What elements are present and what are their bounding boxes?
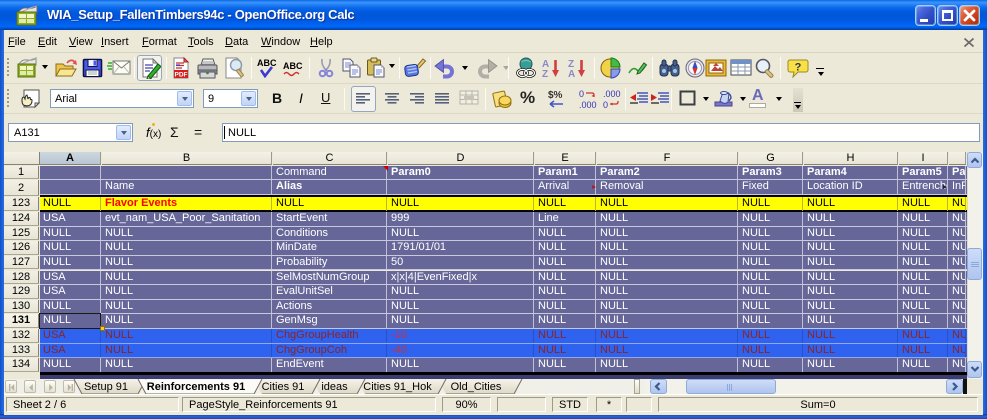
svg-text:0: 0 [603, 100, 608, 110]
svg-text:.000: .000 [579, 100, 597, 110]
svg-text:.000: .000 [603, 89, 621, 99]
svg-text:PDF: PDF [175, 72, 188, 79]
svg-text:ABC: ABC [283, 61, 303, 71]
svg-text:?: ? [795, 62, 802, 74]
svg-text:ABC: ABC [257, 58, 277, 68]
svg-text:$%: $% [548, 90, 563, 101]
svg-text:0: 0 [579, 89, 584, 99]
svg-text:A: A [568, 69, 575, 79]
svg-text:Z: Z [542, 69, 548, 79]
